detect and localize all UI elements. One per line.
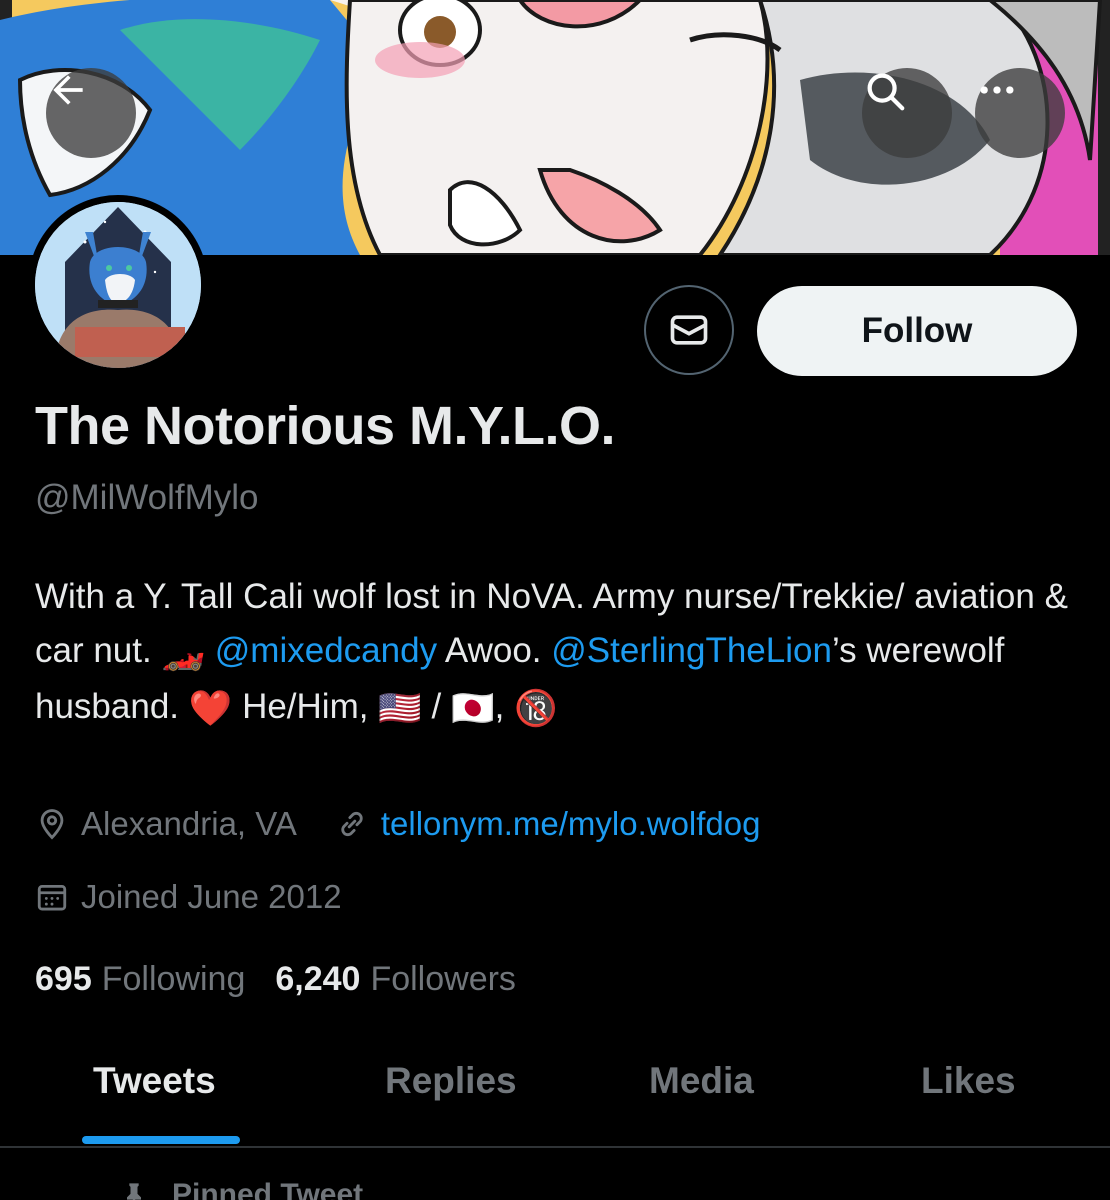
followers-label: Followers [370, 960, 516, 998]
follow-stats: 695 Following 6,240 Followers [35, 960, 546, 999]
us-flag-emoji: 🇺🇸 [378, 688, 422, 728]
profile-tabs: Tweets Replies Media Likes [0, 1040, 1110, 1146]
tab-replies[interactable]: Replies [385, 1060, 517, 1102]
pin-icon [120, 1179, 148, 1200]
japan-flag-emoji: 🇯🇵 [450, 688, 495, 728]
profile-page: Follow The Notorious M.Y.L.O. @MilWolfMy… [0, 0, 1110, 1200]
profile-bio: With a Y. Tall Cali wolf lost in NoVA. A… [35, 570, 1075, 736]
follow-button[interactable]: Follow [757, 286, 1077, 376]
calendar-icon [35, 880, 69, 914]
search-button[interactable] [862, 68, 952, 158]
bio-text: , [494, 686, 515, 726]
user-handle: @MilWolfMylo [35, 478, 259, 517]
arrow-left-icon [53, 75, 83, 105]
bio-text: / [421, 686, 451, 726]
profile-meta-joined-row: Joined June 2012 [35, 878, 342, 916]
link-icon [335, 807, 369, 841]
website-link[interactable]: tellonym.me/mylo.wolfdog [381, 805, 761, 843]
following-count: 695 [35, 960, 92, 998]
joined-date-text: Joined June 2012 [81, 878, 342, 915]
following-label: Following [101, 960, 246, 998]
race-car-emoji: 🏎️ [161, 632, 206, 672]
display-name: The Notorious M.Y.L.O. [35, 396, 616, 456]
bio-text: He/Him, [232, 686, 379, 726]
profile-meta-location-row: Alexandria, VA tellonym.me/mylo.wolfdog [35, 805, 761, 843]
followers-count: 6,240 [275, 960, 361, 998]
bio-text: Awoo. [437, 631, 552, 670]
location-text: Alexandria, VA [81, 805, 297, 842]
tabs-divider [0, 1146, 1110, 1148]
back-button[interactable] [46, 68, 136, 158]
mail-icon [670, 315, 708, 345]
mention-link-sterlingthelion[interactable]: @SterlingTheLion [551, 631, 832, 670]
avatar[interactable] [28, 195, 208, 375]
tab-likes[interactable]: Likes [921, 1060, 1016, 1102]
following-stat[interactable]: 695 Following [35, 960, 245, 999]
no-under-18-emoji: 🔞 [514, 688, 558, 728]
message-button[interactable] [644, 285, 734, 375]
avatar-image [35, 202, 201, 368]
tab-tweets[interactable]: Tweets [93, 1060, 216, 1102]
tab-media[interactable]: Media [649, 1060, 754, 1102]
pinned-tweet-header: Pinned Tweet [120, 1178, 363, 1200]
heart-emoji: ❤️ [188, 688, 233, 728]
location-pin-icon [35, 807, 69, 841]
more-horizontal-icon [980, 86, 1014, 94]
mention-link-mixedcandy[interactable]: @mixedcandy [215, 631, 437, 670]
search-icon [867, 73, 905, 111]
more-button[interactable] [975, 68, 1065, 158]
followers-stat[interactable]: 6,240 Followers [275, 960, 516, 999]
pinned-tweet-label: Pinned Tweet [172, 1178, 364, 1200]
active-tab-indicator [82, 1136, 240, 1144]
avatar-artwork [35, 202, 201, 368]
